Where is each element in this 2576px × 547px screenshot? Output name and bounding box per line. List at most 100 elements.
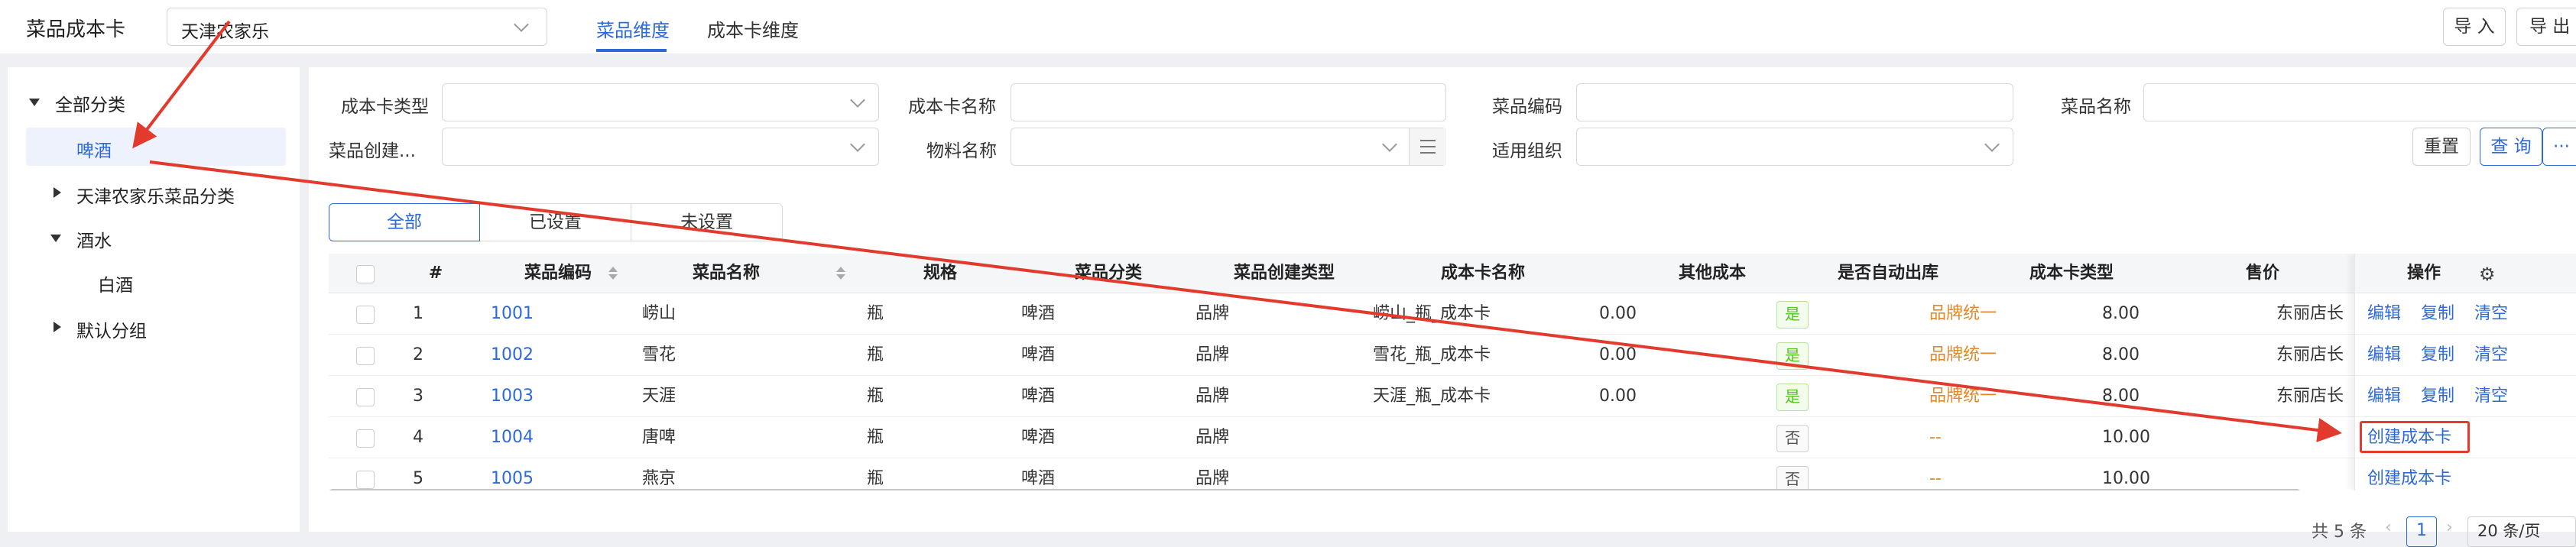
cell-cat: 啤酒 bbox=[1021, 387, 1056, 406]
auto-out-tag: 否 bbox=[1776, 425, 1809, 452]
sidebar-item-baijiu[interactable]: 白酒 bbox=[98, 270, 133, 296]
gear-icon[interactable]: ⚙ bbox=[2479, 264, 2496, 285]
dish-name-input[interactable] bbox=[2143, 83, 2576, 121]
cell-spec: 瓶 bbox=[867, 345, 884, 364]
reset-button[interactable]: 重置 bbox=[2412, 128, 2471, 166]
table-row[interactable]: 1 1001 崂山 瓶 啤酒 品牌 崂山_瓶_成本卡 0.00 品牌统一 8.00 东丽店长 是 bbox=[329, 293, 2576, 335]
cell-cat: 啤酒 bbox=[1021, 469, 1056, 488]
cell-store: 东丽店长 bbox=[2276, 387, 2344, 406]
copy-link[interactable]: 复制 bbox=[2421, 376, 2454, 417]
sort-desc-icon[interactable] bbox=[608, 274, 618, 280]
edit-link[interactable]: 编辑 bbox=[2367, 335, 2401, 376]
caret-right-icon bbox=[54, 322, 61, 332]
cell-code[interactable]: 1004 bbox=[491, 417, 534, 458]
copy-link[interactable]: 复制 bbox=[2421, 293, 2454, 335]
card-name-input[interactable] bbox=[1011, 83, 1446, 121]
actions-cell: 编辑 复制 清空 bbox=[2355, 376, 2576, 417]
cell-other: 0.00 bbox=[1599, 387, 1637, 406]
clear-link[interactable]: 清空 bbox=[2474, 293, 2508, 335]
table-row[interactable]: 4 1004 唐啤 瓶 啤酒 品牌 -- 10.00 否 bbox=[329, 417, 2576, 458]
chevron-down-icon bbox=[850, 137, 865, 152]
card-name-label: 成本卡名称 bbox=[908, 97, 996, 117]
cell-name: 燕京 bbox=[642, 469, 676, 488]
cell-ctype: 品牌 bbox=[1196, 428, 1230, 447]
col-auto-out: 是否自动出库 bbox=[1837, 264, 1938, 283]
more-button[interactable]: ··· bbox=[2542, 128, 2576, 166]
table-header: # 菜品编码 菜品名称 规格 菜品分类 菜品创建类型 成本卡名称 其他成本 是否… bbox=[329, 254, 2576, 293]
row-checkbox[interactable] bbox=[356, 388, 375, 406]
cell-code[interactable]: 1001 bbox=[491, 293, 534, 335]
sidebar-item-label: 默认分组 bbox=[76, 322, 147, 341]
row-checkbox[interactable] bbox=[356, 471, 375, 489]
segment-all[interactable]: 全部 bbox=[329, 203, 480, 241]
create-card-link[interactable]: 创建成本卡 bbox=[2367, 458, 2451, 490]
org-select[interactable] bbox=[1576, 128, 2013, 166]
col-card-type: 成本卡类型 bbox=[2029, 264, 2114, 283]
col-card-name: 成本卡名称 bbox=[1440, 264, 1525, 283]
cell-cat: 啤酒 bbox=[1021, 304, 1056, 323]
cell-code[interactable]: 1002 bbox=[491, 335, 534, 376]
sidebar-item-all[interactable]: 全部分类 bbox=[29, 90, 125, 116]
sidebar-item-beer[interactable]: 啤酒 bbox=[26, 128, 286, 166]
tab-card-dimension[interactable]: 成本卡维度 bbox=[707, 15, 799, 42]
tab-dish-dimension[interactable]: 菜品维度 bbox=[596, 15, 670, 42]
export-button[interactable]: 导 出 bbox=[2516, 8, 2576, 46]
table-row[interactable]: 5 1005 燕京 瓶 啤酒 品牌 -- 10.00 否 bbox=[329, 458, 2576, 490]
active-tab-indicator bbox=[596, 49, 667, 52]
sidebar-item-default-group[interactable]: 默认分组 bbox=[54, 316, 147, 342]
cell-ctype: 品牌 bbox=[1196, 345, 1230, 364]
clear-link[interactable]: 清空 bbox=[2474, 335, 2508, 376]
cell-code[interactable]: 1003 bbox=[491, 376, 534, 417]
sort-desc-icon[interactable] bbox=[836, 274, 845, 280]
next-page-icon[interactable]: › bbox=[2446, 518, 2453, 537]
cell-spec: 瓶 bbox=[867, 469, 884, 488]
edit-link[interactable]: 编辑 bbox=[2367, 293, 2401, 335]
row-checkbox[interactable] bbox=[356, 347, 375, 365]
copy-link[interactable]: 复制 bbox=[2421, 335, 2454, 376]
segment-unset[interactable]: 未设置 bbox=[631, 203, 783, 241]
chevron-down-icon bbox=[1984, 137, 2000, 152]
sort-asc-icon[interactable] bbox=[836, 267, 845, 272]
cell-other: 0.00 bbox=[1599, 304, 1637, 323]
cell-n: 2 bbox=[413, 345, 423, 364]
filter-settings-icon[interactable] bbox=[1409, 128, 1446, 165]
page-1[interactable]: 1 bbox=[2406, 516, 2437, 547]
cell-n: 4 bbox=[413, 428, 423, 447]
horizontal-scrollbar[interactable] bbox=[329, 489, 2301, 490]
import-button[interactable]: 导 入 bbox=[2443, 8, 2506, 46]
sort-asc-icon[interactable] bbox=[608, 267, 618, 272]
dish-code-input[interactable] bbox=[1576, 83, 2013, 121]
sidebar-item-tianjin-category[interactable]: 天津农家乐菜品分类 bbox=[54, 182, 235, 208]
material-select[interactable] bbox=[1011, 128, 1446, 166]
segment-set[interactable]: 已设置 bbox=[480, 203, 631, 241]
table-row[interactable]: 3 1003 天涯 瓶 啤酒 品牌 天涯_瓶_成本卡 0.00 品牌统一 8.00 东丽店长 是 bbox=[329, 376, 2576, 417]
cell-price: 10.00 bbox=[2102, 469, 2150, 488]
caret-down-icon bbox=[50, 235, 61, 242]
chevron-down-icon bbox=[850, 92, 865, 108]
table-row[interactable]: 2 1002 雪花 瓶 啤酒 品牌 雪花_瓶_成本卡 0.00 品牌统一 8.00 东丽店长 是 bbox=[329, 335, 2576, 376]
prev-page-icon[interactable]: ‹ bbox=[2385, 518, 2392, 537]
cell-cardtype: 品牌统一 bbox=[1929, 345, 1997, 364]
clear-link[interactable]: 清空 bbox=[2474, 376, 2508, 417]
actions-column: 操作 ⚙ 编辑 复制 清空 编辑 复制 清空 编辑 复制 清空 创建成本卡 创建成本卡 bbox=[2354, 254, 2576, 490]
edit-link[interactable]: 编辑 bbox=[2367, 376, 2401, 417]
col-price: 售价 bbox=[2245, 264, 2279, 283]
cell-n: 1 bbox=[413, 304, 423, 323]
sidebar-item-drinks[interactable]: 酒水 bbox=[50, 226, 112, 252]
col-dish-code[interactable]: 菜品编码 bbox=[482, 254, 634, 293]
card-type-select[interactable] bbox=[442, 83, 879, 121]
query-button[interactable]: 查 询 bbox=[2480, 128, 2542, 166]
row-checkbox[interactable] bbox=[356, 429, 375, 448]
cell-cardtype: -- bbox=[1929, 469, 1942, 488]
dish-create-select[interactable] bbox=[442, 128, 879, 166]
chevron-down-icon bbox=[1382, 137, 1397, 152]
cell-code[interactable]: 1005 bbox=[491, 458, 534, 490]
row-checkbox[interactable] bbox=[356, 306, 375, 324]
col-create-type: 菜品创建类型 bbox=[1233, 264, 1335, 283]
sidebar-item-label: 啤酒 bbox=[76, 141, 112, 161]
page-size-select[interactable]: 20 条/页 bbox=[2467, 516, 2576, 547]
col-dish-name[interactable]: 菜品名称 bbox=[634, 254, 818, 293]
select-all-checkbox[interactable] bbox=[356, 265, 375, 283]
cell-store: 东丽店长 bbox=[2276, 345, 2344, 364]
store-select[interactable]: 天津农家乐 bbox=[167, 8, 547, 46]
